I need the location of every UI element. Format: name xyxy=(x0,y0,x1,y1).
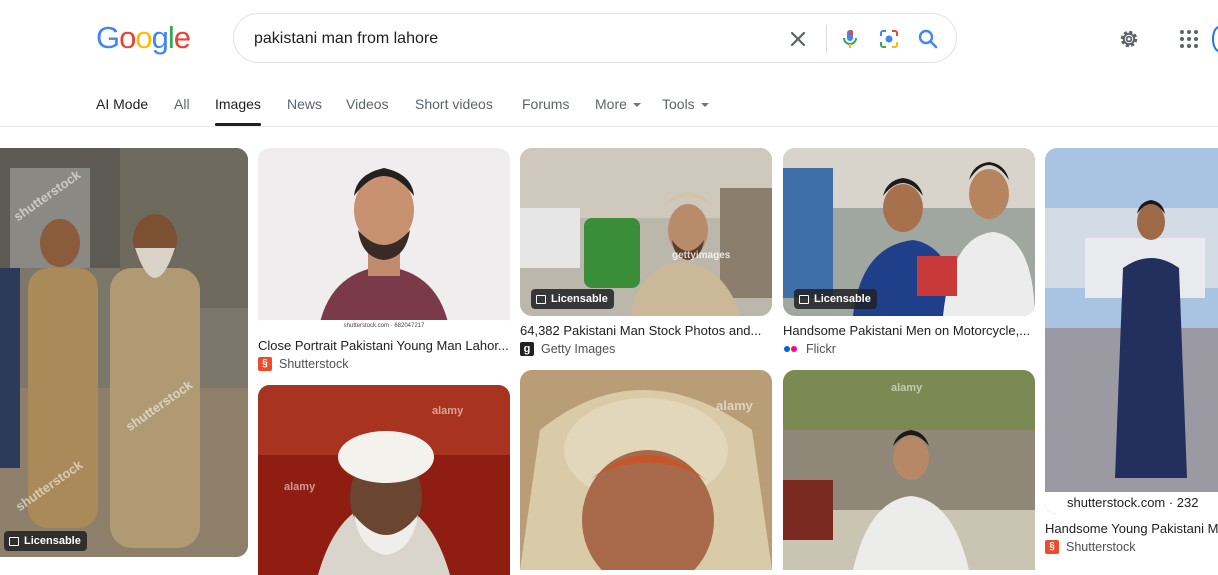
google-logo[interactable]: Google xyxy=(96,20,191,56)
result-source[interactable]: § Shutterstock xyxy=(1045,540,1135,554)
tab-images[interactable]: Images xyxy=(215,96,261,126)
result-image[interactable]: alamy xyxy=(520,370,772,570)
tools-label: Tools xyxy=(662,96,695,112)
image-result[interactable]: shutterstock shutterstock shutterstock L… xyxy=(0,148,248,557)
search-tabs: AI Mode All Images News Videos Short vid… xyxy=(0,86,1218,127)
result-source[interactable]: § Shutterstock xyxy=(258,357,348,371)
image-result[interactable]: Licensable Handsome Pakistani Men on Mot… xyxy=(783,148,1035,360)
result-image[interactable]: Licensable xyxy=(783,148,1035,316)
chevron-down-icon xyxy=(632,103,641,108)
logo-letter: g xyxy=(151,20,169,55)
result-image[interactable]: shutterstock shutterstock shutterstock L… xyxy=(0,148,248,557)
search-icon[interactable] xyxy=(916,27,940,51)
tab-forums[interactable]: Forums xyxy=(522,96,569,112)
tab-news[interactable]: News xyxy=(287,96,322,112)
source-label: Flickr xyxy=(806,342,836,356)
search-input[interactable]: pakistani man from lahore xyxy=(254,30,438,48)
source-label: Shutterstock xyxy=(279,357,349,371)
mic-icon[interactable] xyxy=(838,27,862,51)
result-image[interactable]: alamy alamy xyxy=(258,385,510,575)
image-result[interactable]: alamy xyxy=(520,370,772,570)
apps-grid-icon[interactable] xyxy=(1177,27,1201,51)
tab-more-label: More xyxy=(595,96,627,112)
image-result[interactable]: shutterstock.com · 682047217 Close Portr… xyxy=(258,148,510,373)
result-image[interactable]: gettyimages Licensable xyxy=(520,148,772,316)
result-title[interactable]: 64,382 Pakistani Man Stock Photos and... xyxy=(520,323,772,338)
image-icon xyxy=(9,536,19,546)
shutterstock-icon: § xyxy=(258,357,272,371)
logo-letter: o xyxy=(135,20,152,55)
result-title[interactable]: Handsome Young Pakistani Me xyxy=(1045,521,1218,536)
flickr-icon xyxy=(783,342,799,356)
licensable-badge: Licensable xyxy=(4,531,87,551)
badge-label: Licensable xyxy=(24,535,81,547)
account-avatar[interactable] xyxy=(1212,26,1218,52)
result-title[interactable]: Close Portrait Pakistani Young Man Lahor… xyxy=(258,338,510,353)
image-result[interactable]: gettyimages Licensable 64,382 Pakistani … xyxy=(520,148,772,360)
image-result[interactable]: alamy xyxy=(783,370,1035,570)
logo-letter: G xyxy=(96,20,120,55)
logo-letter: o xyxy=(119,20,136,55)
result-image[interactable]: alamy xyxy=(783,370,1035,570)
result-image[interactable]: shutterstock.com · 232 xyxy=(1045,148,1218,514)
badge-label: Licensable xyxy=(551,293,608,305)
watermark: alamy xyxy=(891,382,923,394)
source-label: Getty Images xyxy=(541,342,616,356)
image-icon xyxy=(799,294,809,304)
watermark: alamy xyxy=(432,405,464,417)
tab-videos[interactable]: Videos xyxy=(346,96,389,112)
getty-images-icon: g xyxy=(520,342,534,356)
result-source[interactable]: g Getty Images xyxy=(520,342,615,356)
chevron-down-icon xyxy=(700,103,709,108)
watermark-strip: shutterstock.com · 682047217 xyxy=(258,320,510,332)
logo-letter: e xyxy=(173,20,191,55)
image-result[interactable]: shutterstock.com · 232 Handsome Young Pa… xyxy=(1045,148,1218,557)
result-source[interactable]: Flickr xyxy=(783,342,836,356)
result-image[interactable]: shutterstock.com · 682047217 xyxy=(258,148,510,332)
tab-ai-mode[interactable]: AI Mode xyxy=(96,96,148,112)
tab-all[interactable]: All xyxy=(174,96,190,112)
image-icon xyxy=(536,294,546,304)
shutterstock-icon: § xyxy=(1045,540,1059,554)
licensable-badge: Licensable xyxy=(531,289,614,309)
watermark: alamy xyxy=(716,398,753,413)
watermark: gettyimages xyxy=(672,250,731,261)
tab-more[interactable]: More xyxy=(595,96,641,112)
watermark-strip: shutterstock.com · 232 xyxy=(1045,492,1218,514)
source-label: Shutterstock xyxy=(1066,540,1136,554)
tab-short-videos[interactable]: Short videos xyxy=(415,96,493,112)
search-divider xyxy=(826,25,827,53)
image-result[interactable]: alamy alamy xyxy=(258,385,510,575)
result-title[interactable]: Handsome Pakistani Men on Motorcycle,... xyxy=(783,323,1035,338)
gear-icon[interactable] xyxy=(1116,26,1142,52)
tools-button[interactable]: Tools xyxy=(662,96,709,112)
licensable-badge: Licensable xyxy=(794,289,877,309)
lens-icon[interactable] xyxy=(877,27,901,51)
badge-label: Licensable xyxy=(814,293,871,305)
watermark: alamy xyxy=(284,481,316,493)
close-icon[interactable] xyxy=(786,27,810,51)
search-box[interactable]: pakistani man from lahore xyxy=(233,13,957,63)
